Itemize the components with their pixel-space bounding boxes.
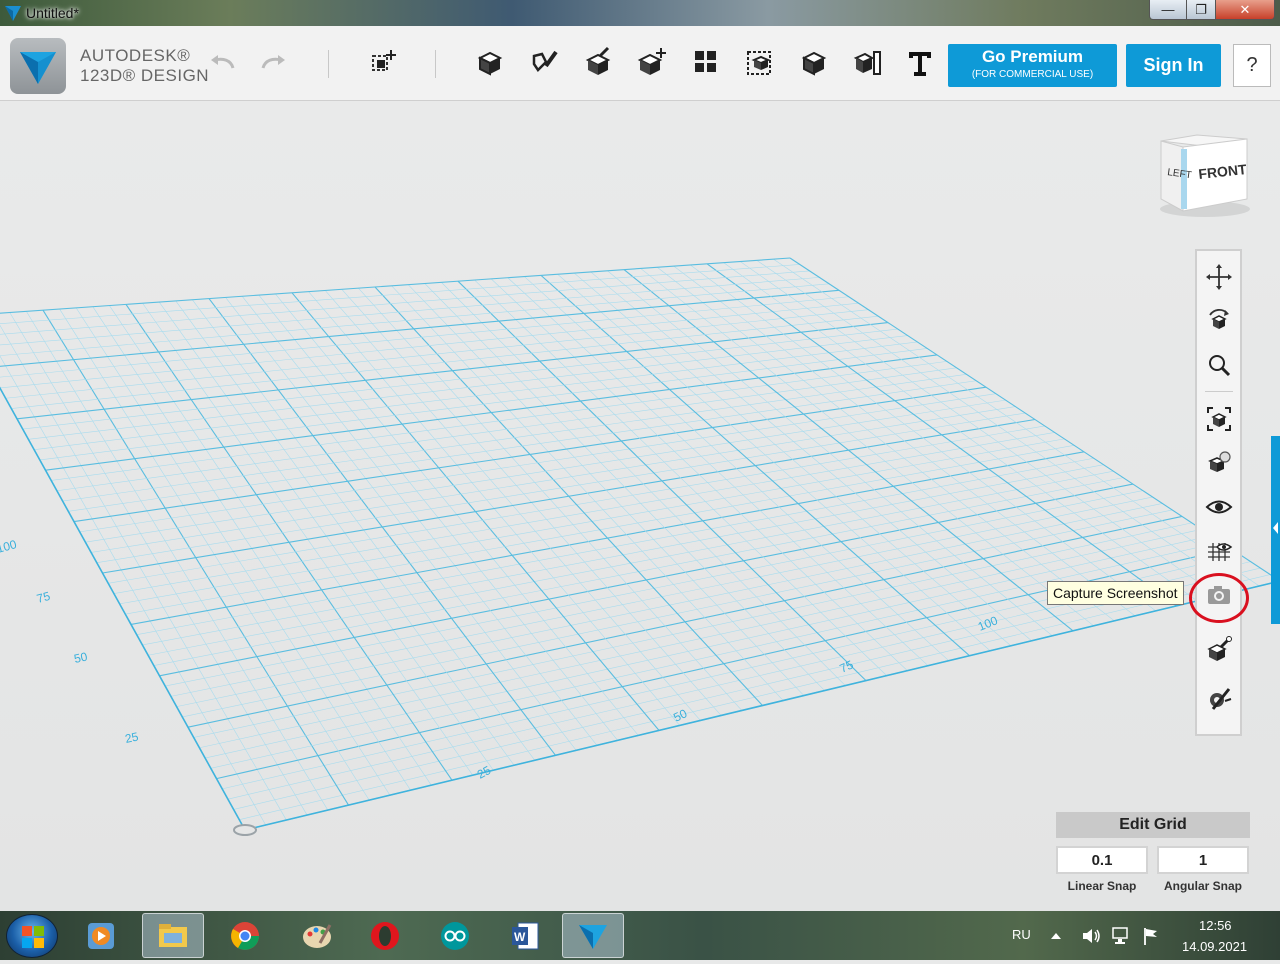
primitives-icon[interactable]: [472, 44, 508, 80]
toolbar-divider: [328, 50, 329, 78]
windows-taskbar: W RU 12:56 14.09.2021: [0, 911, 1280, 960]
title-bar: Untitled* — ❐ ✕: [0, 0, 1280, 26]
paint-icon[interactable]: [286, 913, 348, 958]
arduino-icon[interactable]: [424, 913, 486, 958]
capture-screenshot-tooltip: Capture Screenshot: [1047, 581, 1184, 605]
help-button[interactable]: ?: [1233, 44, 1271, 87]
sign-in-button[interactable]: Sign In: [1126, 44, 1221, 87]
clock-date[interactable]: 14.09.2021: [1182, 939, 1247, 954]
opera-icon[interactable]: [354, 913, 416, 958]
chrome-icon[interactable]: [214, 913, 276, 958]
text-icon[interactable]: [902, 44, 938, 80]
grid-axis-label: 75: [838, 657, 856, 675]
origin-marker[interactable]: [233, 824, 257, 836]
volume-icon[interactable]: [1080, 925, 1102, 947]
minimize-button[interactable]: —: [1149, 0, 1187, 20]
linear-snap-label: Linear Snap: [1067, 879, 1137, 893]
angular-snap-field[interactable]: 1: [1157, 846, 1249, 874]
svg-text:W: W: [514, 930, 526, 944]
brand-line-1: AUTODESK®: [80, 46, 191, 65]
app-logo-icon: [5, 6, 21, 21]
media-player-icon[interactable]: [70, 913, 132, 958]
close-button[interactable]: ✕: [1215, 0, 1275, 20]
pattern-icon[interactable]: [688, 44, 724, 80]
grid-axis-label: 75: [35, 589, 52, 606]
angular-snap-label: Angular Snap: [1163, 879, 1242, 893]
views-icon[interactable]: [1200, 445, 1238, 481]
123d-design-icon[interactable]: [562, 913, 624, 958]
visibility-icon[interactable]: [1200, 489, 1238, 525]
go-premium-button[interactable]: Go Premium (FOR COMMERCIAL USE): [948, 44, 1117, 87]
modify-icon[interactable]: [634, 44, 670, 80]
grid-axis-label: 25: [124, 729, 140, 746]
grid-axis-label: 25: [475, 763, 494, 782]
language-indicator[interactable]: RU: [1012, 927, 1031, 942]
123d-logo-icon: [20, 52, 56, 84]
edit-grid-button[interactable]: Edit Grid: [1056, 812, 1250, 838]
orbit-icon[interactable]: [1200, 303, 1238, 339]
side-panel-toggle[interactable]: [1271, 436, 1280, 624]
app-menu-button[interactable]: [10, 38, 66, 94]
grid-axis-label: 50: [671, 706, 689, 725]
file-explorer-icon[interactable]: [142, 913, 204, 958]
grid-material-icon[interactable]: [1200, 533, 1238, 569]
flag-icon[interactable]: [1140, 925, 1162, 947]
main-toolbar: AUTODESK® 123D® DESIGN Go Premium (FOR C…: [0, 26, 1280, 101]
toolbar-divider: [435, 50, 436, 78]
grouping-icon[interactable]: [742, 44, 778, 80]
red-highlight-circle: [1189, 573, 1249, 623]
grid-axis-label: 100: [976, 613, 1000, 634]
3d-viewport[interactable]: 100 75 50 25 25 50 75 100 LEFT FRONT Cap…: [0, 101, 1280, 911]
settings-icon[interactable]: [1200, 681, 1238, 717]
network-icon[interactable]: [1110, 925, 1132, 947]
measure-icon[interactable]: [850, 44, 886, 80]
combine-icon[interactable]: [796, 44, 832, 80]
premium-label: Go Premium: [981, 47, 1084, 66]
word-icon[interactable]: W: [494, 913, 556, 958]
window-title: Untitled*: [26, 5, 79, 21]
navigation-bar: [1195, 249, 1242, 736]
windows-logo-icon: [22, 926, 44, 948]
start-button[interactable]: [6, 914, 58, 958]
fit-icon[interactable]: [1200, 401, 1238, 437]
construct-icon[interactable]: [580, 44, 616, 80]
tray-expand-icon[interactable]: [1050, 931, 1062, 941]
edit-grid-panel: Edit Grid 0.1 1 Linear Snap Angular Snap: [1056, 812, 1250, 893]
sketch-icon[interactable]: [526, 44, 562, 80]
redo-icon[interactable]: [256, 44, 292, 80]
nav-divider: [1205, 391, 1233, 392]
view-cube[interactable]: LEFT FRONT: [1155, 129, 1255, 219]
grid-axis-label: 100: [0, 537, 18, 556]
maximize-button[interactable]: ❐: [1186, 0, 1216, 20]
pan-icon[interactable]: [1200, 259, 1238, 295]
linear-snap-field[interactable]: 0.1: [1056, 846, 1148, 874]
premium-sublabel: (FOR COMMERCIAL USE): [971, 69, 1094, 80]
clock-time[interactable]: 12:56: [1199, 918, 1232, 933]
brand-line-2: 123D® DESIGN: [80, 66, 210, 85]
transform-icon[interactable]: [365, 44, 401, 80]
undo-icon[interactable]: [204, 44, 240, 80]
grid-axis-label: 50: [73, 649, 89, 666]
zoom-icon[interactable]: [1200, 347, 1238, 383]
workplane-grid[interactable]: 100 75 50 25 25 50 75 100: [0, 101, 1280, 911]
material-icon[interactable]: [1200, 631, 1238, 667]
chevron-left-icon: [1273, 522, 1278, 534]
